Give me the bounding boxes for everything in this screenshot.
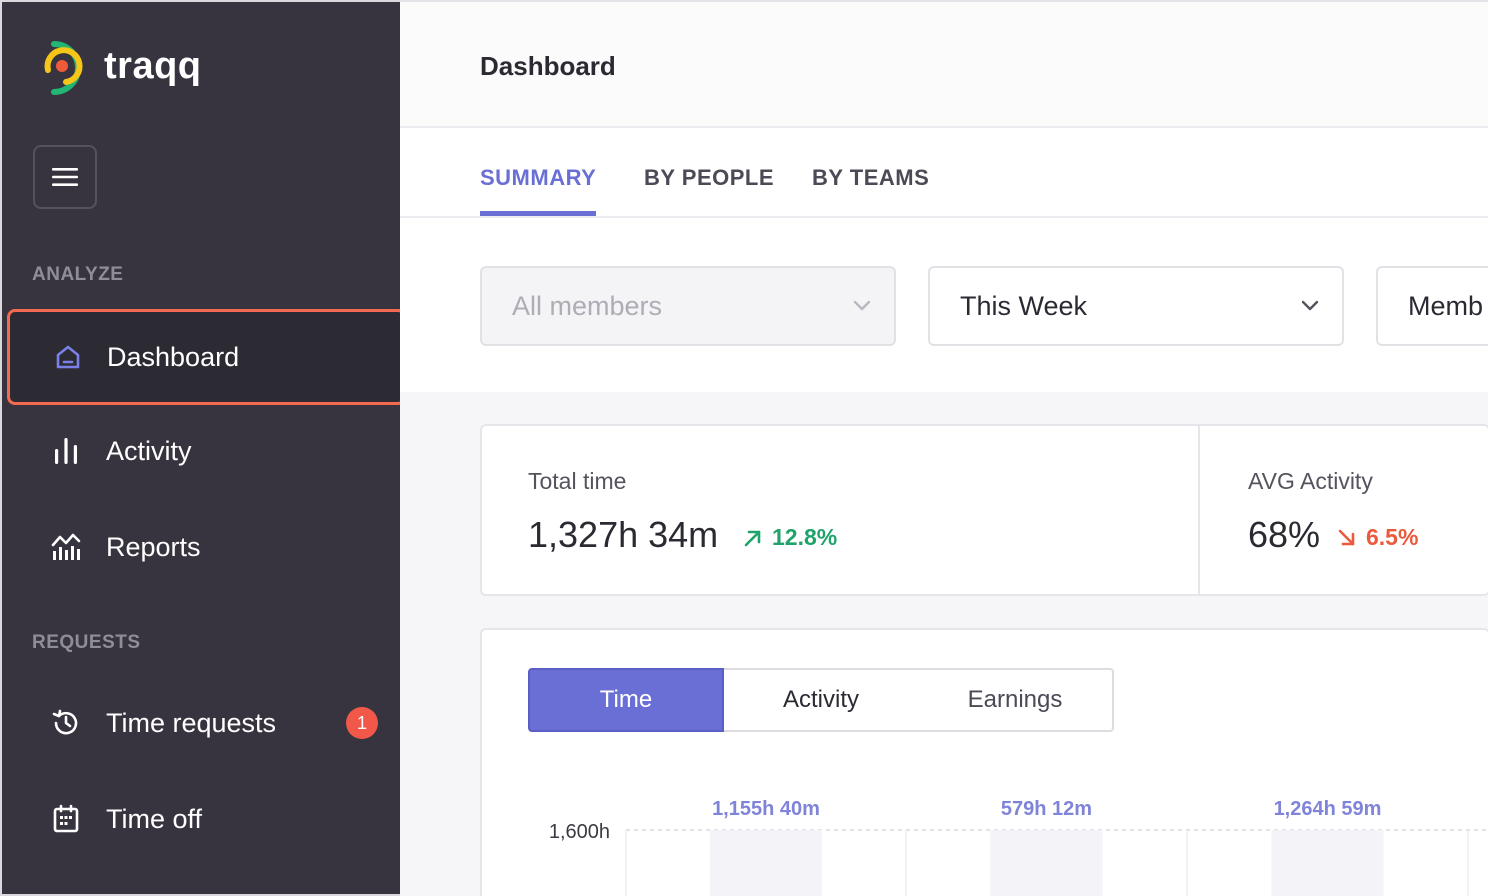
avg-activity-change-value: 6.5% — [1366, 524, 1419, 550]
calendar-icon — [50, 803, 82, 835]
sidebar-item-dashboard[interactable]: Dashboard — [7, 309, 406, 405]
arrow-up-right-icon — [744, 530, 761, 546]
sidebar-item-reports[interactable]: Reports — [6, 499, 406, 595]
period-select-value: This Week — [960, 291, 1088, 321]
chevron-down-icon — [1301, 300, 1319, 311]
reports-chart-icon — [50, 531, 82, 563]
sidebar-item-label: Dashboard — [107, 341, 240, 372]
logo[interactable]: traqq — [38, 32, 202, 100]
menu-toggle-button[interactable] — [33, 145, 97, 209]
stat-divider — [1198, 426, 1200, 594]
chart-bar — [1271, 830, 1384, 896]
tab-by-people[interactable]: BY PEOPLE — [644, 165, 774, 191]
notification-badge: 1 — [346, 707, 378, 739]
active-tab-indicator — [480, 211, 596, 216]
bar-data-label: 1,155h 40m — [712, 798, 820, 820]
chart-bar — [710, 830, 822, 896]
history-icon — [50, 707, 82, 739]
chart-card: Time Activity Earnings 1,600h 1,155h 40m 5… — [480, 628, 1488, 896]
member-type-select-value: Memb — [1408, 291, 1484, 321]
sidebar-item-time-requests[interactable]: Time requests 1 — [6, 675, 406, 771]
members-select-value: All members — [512, 291, 663, 321]
tab-by-teams[interactable]: BY TEAMS — [812, 165, 929, 191]
total-time-value: 1,327h 34m — [528, 514, 719, 555]
arrow-down-right-icon — [1338, 529, 1355, 545]
bar-data-label: 1,264h 59m — [1274, 798, 1382, 820]
y-tick-label: 1,600h — [549, 821, 610, 843]
chart-toggle-activity[interactable]: Activity — [724, 668, 920, 732]
sidebar-item-label: Time off — [106, 803, 203, 834]
sidebar-item-label: Activity — [106, 435, 192, 466]
app-name: traqq — [104, 44, 202, 87]
tab-bar: SUMMARY BY PEOPLE BY TEAMS — [400, 128, 1488, 218]
period-select[interactable]: This Week — [928, 266, 1344, 346]
traqq-logo-icon — [44, 41, 83, 95]
total-time-change: 12.8% — [742, 524, 837, 551]
avg-activity-label: AVG Activity — [1248, 468, 1373, 494]
hamburger-icon — [52, 168, 78, 186]
member-type-select[interactable]: Memb — [1376, 266, 1488, 346]
tab-summary[interactable]: SUMMARY — [480, 165, 596, 191]
chevron-down-icon — [853, 300, 871, 311]
section-label-requests: REQUESTS — [32, 632, 141, 653]
section-label-analyze: ANALYZE — [32, 264, 124, 285]
stats-card: Total time 1,327h 34m 12.8% AVG Activity… — [480, 424, 1488, 596]
time-bar-chart: 1,600h 1,155h 40m 579h 12m 1,264h 59m — [549, 798, 1488, 896]
chart-bar — [990, 830, 1103, 896]
bar-chart-icon — [50, 435, 82, 467]
sidebar-item-activity[interactable]: Activity — [6, 403, 406, 499]
sidebar-item-label: Reports — [106, 531, 201, 562]
sidebar-item-time-off[interactable]: Time off — [6, 771, 406, 867]
members-select[interactable]: All members — [480, 266, 896, 346]
avg-activity-change: 6.5% — [1336, 524, 1418, 551]
filter-bar: All members This Week Memb — [400, 218, 1488, 392]
home-icon — [52, 341, 84, 373]
header: Dashboard — [400, 2, 1488, 128]
avg-activity-value: 68% — [1248, 514, 1321, 555]
total-time-label: Total time — [528, 468, 627, 494]
bar-data-label: 579h 12m — [1001, 798, 1092, 820]
total-time-change-value: 12.8% — [772, 524, 838, 550]
page-title: Dashboard — [480, 51, 616, 81]
sidebar-item-label: Time requests — [106, 707, 277, 738]
chart-toggle-time[interactable]: Time — [528, 668, 724, 732]
chart-toggle-earnings[interactable]: Earnings — [918, 668, 1114, 732]
sidebar: traqq ANALYZE Dashboard Activity Reports… — [0, 0, 406, 896]
